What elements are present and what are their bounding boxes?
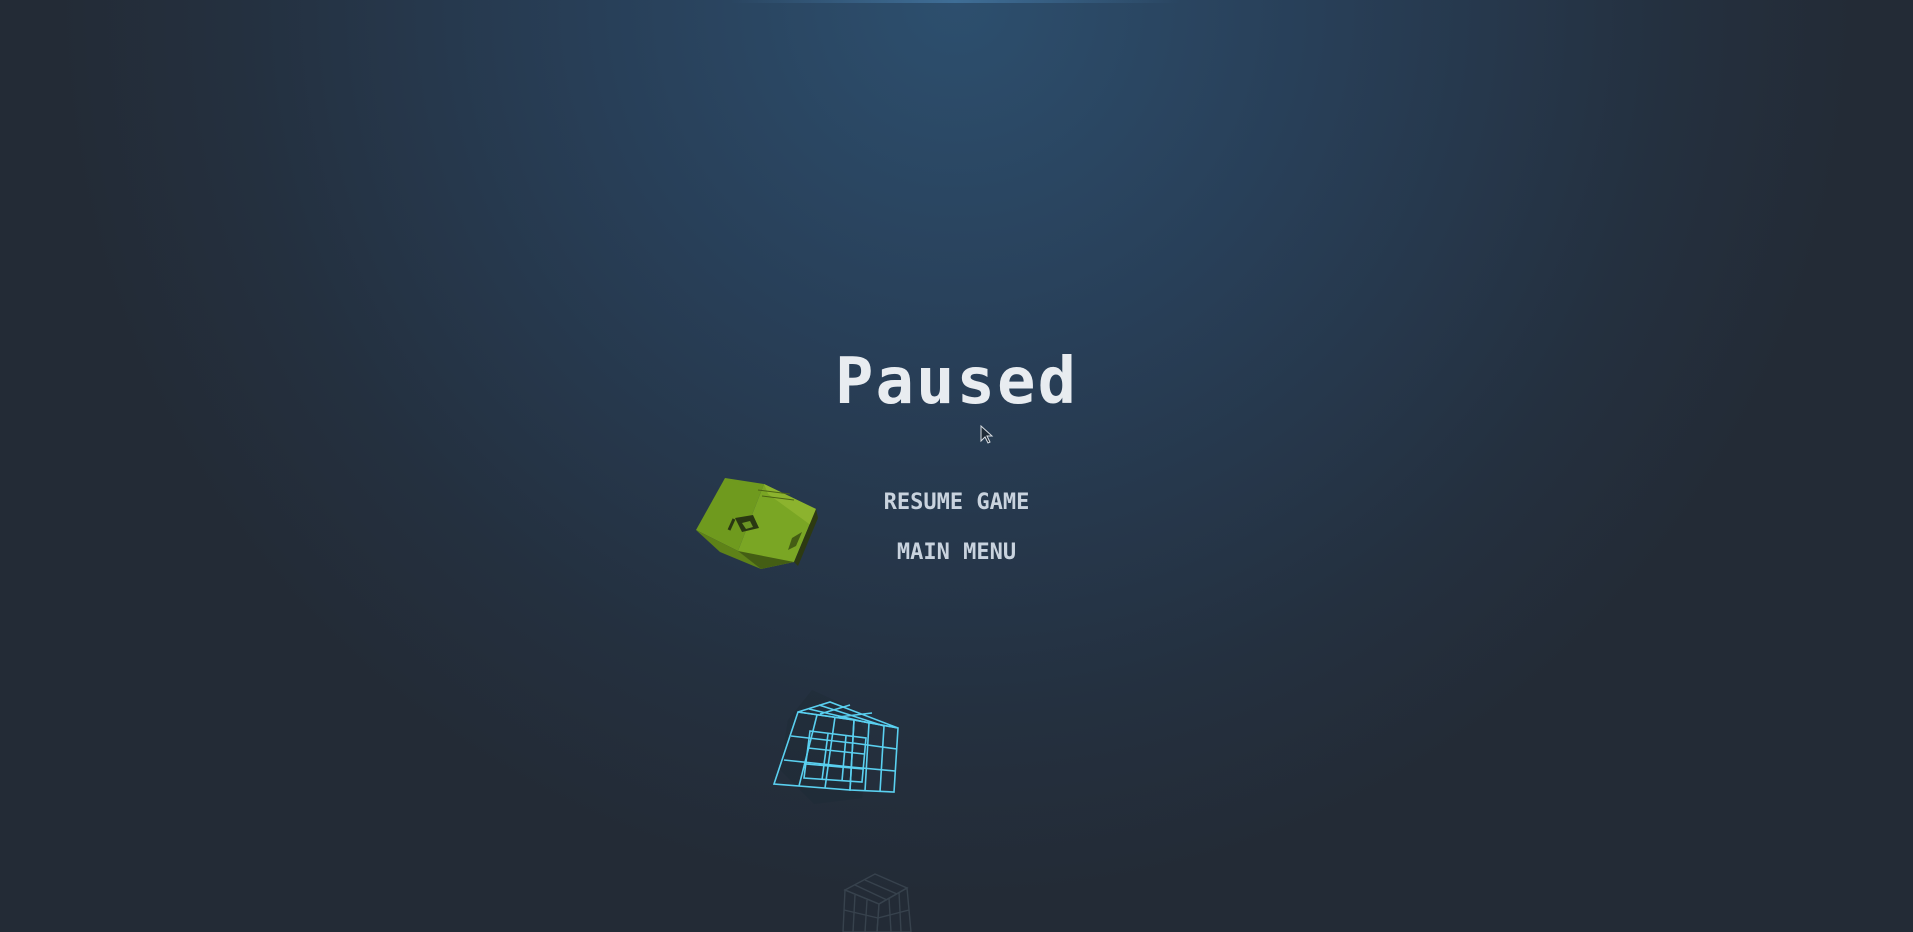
main-menu-button[interactable]: MAIN MENU — [0, 538, 1913, 568]
pause-title: Paused — [834, 345, 1079, 419]
top-light-glow — [730, 0, 1180, 3]
green-cube-icon — [696, 478, 818, 569]
resume-game-label: RESUME GAME — [883, 490, 1030, 515]
wireframe-cube-icon — [772, 690, 899, 804]
faint-wireframe-cube-icon — [842, 873, 912, 932]
arrow-cursor-icon — [980, 425, 994, 444]
resume-game-button[interactable]: RESUME GAME — [0, 488, 1913, 518]
main-menu-label: MAIN MENU — [896, 540, 1017, 565]
